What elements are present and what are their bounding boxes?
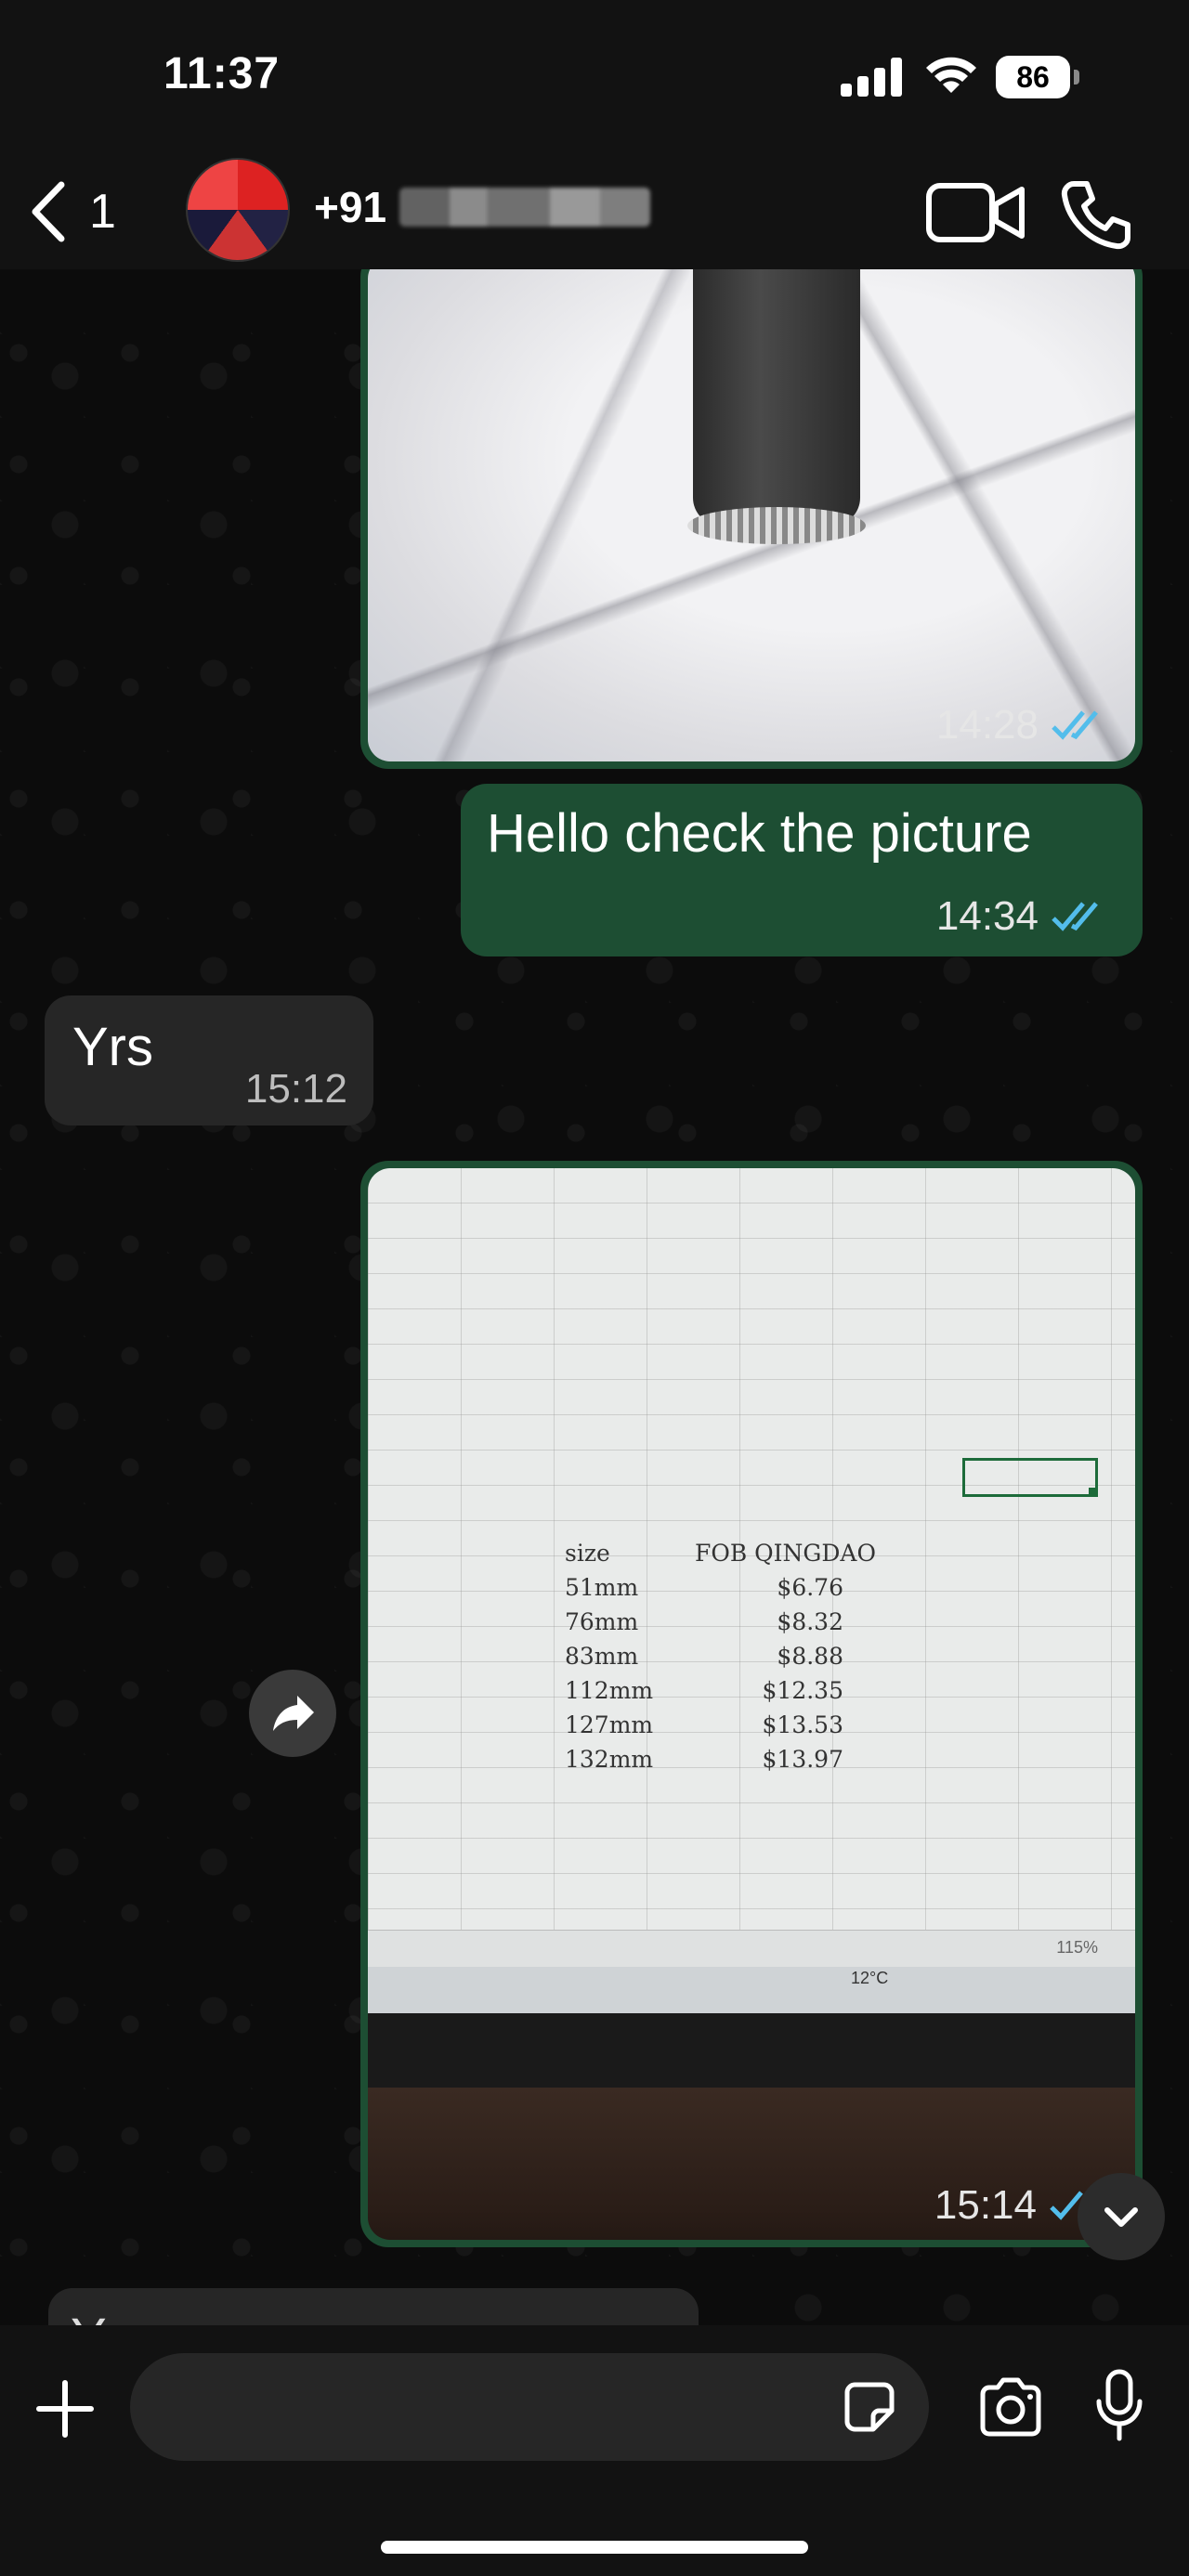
- battery-icon: 86: [996, 56, 1079, 98]
- chat-header: 1 +91: [0, 158, 1189, 269]
- avatar[interactable]: [186, 158, 290, 262]
- table-cell: $6.76: [777, 1574, 843, 1601]
- message-text: Yrs: [72, 1017, 153, 1077]
- status-time: 11:37: [163, 49, 281, 98]
- wifi-icon: [926, 57, 976, 93]
- spreadsheet-photo[interactable]: size FOB QINGDAO 51mm $6.76 76mm $8.32 8…: [368, 1168, 1135, 2240]
- video-call-icon[interactable]: [925, 180, 1027, 245]
- table-cell: 127mm: [565, 1711, 654, 1738]
- read-ticks-icon: [1052, 902, 1098, 931]
- marble-photo[interactable]: [368, 256, 1135, 761]
- table-cell: $12.35: [762, 1677, 843, 1704]
- message-meta: 15:14: [934, 2182, 1085, 2229]
- message-time: 14:34: [935, 893, 1039, 939]
- forward-icon: [273, 1696, 314, 1731]
- table-cell: 76mm: [565, 1608, 639, 1635]
- status-bar: 11:37 86: [0, 0, 1189, 158]
- zoom-level: 115%: [1056, 1938, 1098, 1957]
- monitor-bezel: [368, 2013, 1135, 2088]
- message-meta: 14:28: [936, 702, 1115, 748]
- table-cell: $8.32: [777, 1608, 843, 1635]
- table-cell: $8.88: [777, 1643, 843, 1670]
- message-bubble-outgoing[interactable]: Hello check the picture 14:34: [461, 784, 1143, 956]
- table-cell: 112mm: [565, 1677, 654, 1704]
- message-time: 15:14: [934, 2182, 1037, 2228]
- table-cell: 51mm: [565, 1574, 639, 1601]
- contact-name[interactable]: +91: [314, 182, 651, 232]
- composer-bar: [0, 2325, 1189, 2576]
- contact-prefix: +91: [314, 183, 387, 231]
- scroll-to-bottom-button[interactable]: [1078, 2173, 1165, 2260]
- home-indicator: [381, 2541, 808, 2554]
- temperature: 12°C: [851, 1969, 889, 1987]
- table-header: FOB QINGDAO: [695, 1540, 876, 1567]
- spreadsheet-grid: size FOB QINGDAO 51mm $6.76 76mm $8.32 8…: [368, 1168, 1135, 1948]
- plus-icon[interactable]: [33, 2377, 97, 2440]
- image-message-spreadsheet[interactable]: size FOB QINGDAO 51mm $6.76 76mm $8.32 8…: [360, 1161, 1143, 2247]
- signal-icon: [841, 58, 906, 97]
- chevron-down-icon: [1104, 2207, 1138, 2227]
- price-table: size FOB QINGDAO 51mm $6.76 76mm $8.32 8…: [565, 1540, 881, 1780]
- table-cell: $13.97: [762, 1746, 843, 1773]
- table-header: size: [565, 1540, 610, 1567]
- message-time: 15:12: [244, 1066, 347, 1112]
- redacted-number: [399, 188, 651, 227]
- message-bubble-incoming[interactable]: Yrs 15:12: [45, 995, 373, 1125]
- image-message-marble[interactable]: 14:28: [360, 249, 1143, 769]
- camera-icon[interactable]: [977, 2374, 1044, 2439]
- spreadsheet-status-bar: 115%: [368, 1930, 1135, 1968]
- sticker-icon[interactable]: [842, 2379, 897, 2435]
- microphone-icon[interactable]: [1092, 2368, 1146, 2442]
- table-cell: $13.53: [762, 1711, 843, 1738]
- read-ticks-icon: [1052, 710, 1098, 740]
- message-time: 14:28: [935, 702, 1039, 748]
- back-chevron-icon: [32, 181, 65, 242]
- phone-icon[interactable]: [1059, 176, 1133, 251]
- message-meta: 14:34: [936, 893, 1115, 940]
- back-button[interactable]: 1: [28, 175, 149, 249]
- windows-taskbar: 12°C: [368, 1967, 1135, 2013]
- core-drill-bit: [693, 256, 860, 526]
- unread-count: 1: [89, 185, 116, 239]
- forward-button[interactable]: [249, 1670, 336, 1757]
- message-input[interactable]: [130, 2353, 929, 2461]
- table-cell: 83mm: [565, 1643, 639, 1670]
- table-cell: 132mm: [565, 1746, 654, 1773]
- message-text: Hello check the picture: [487, 803, 1032, 864]
- battery-level: 86: [996, 56, 1070, 98]
